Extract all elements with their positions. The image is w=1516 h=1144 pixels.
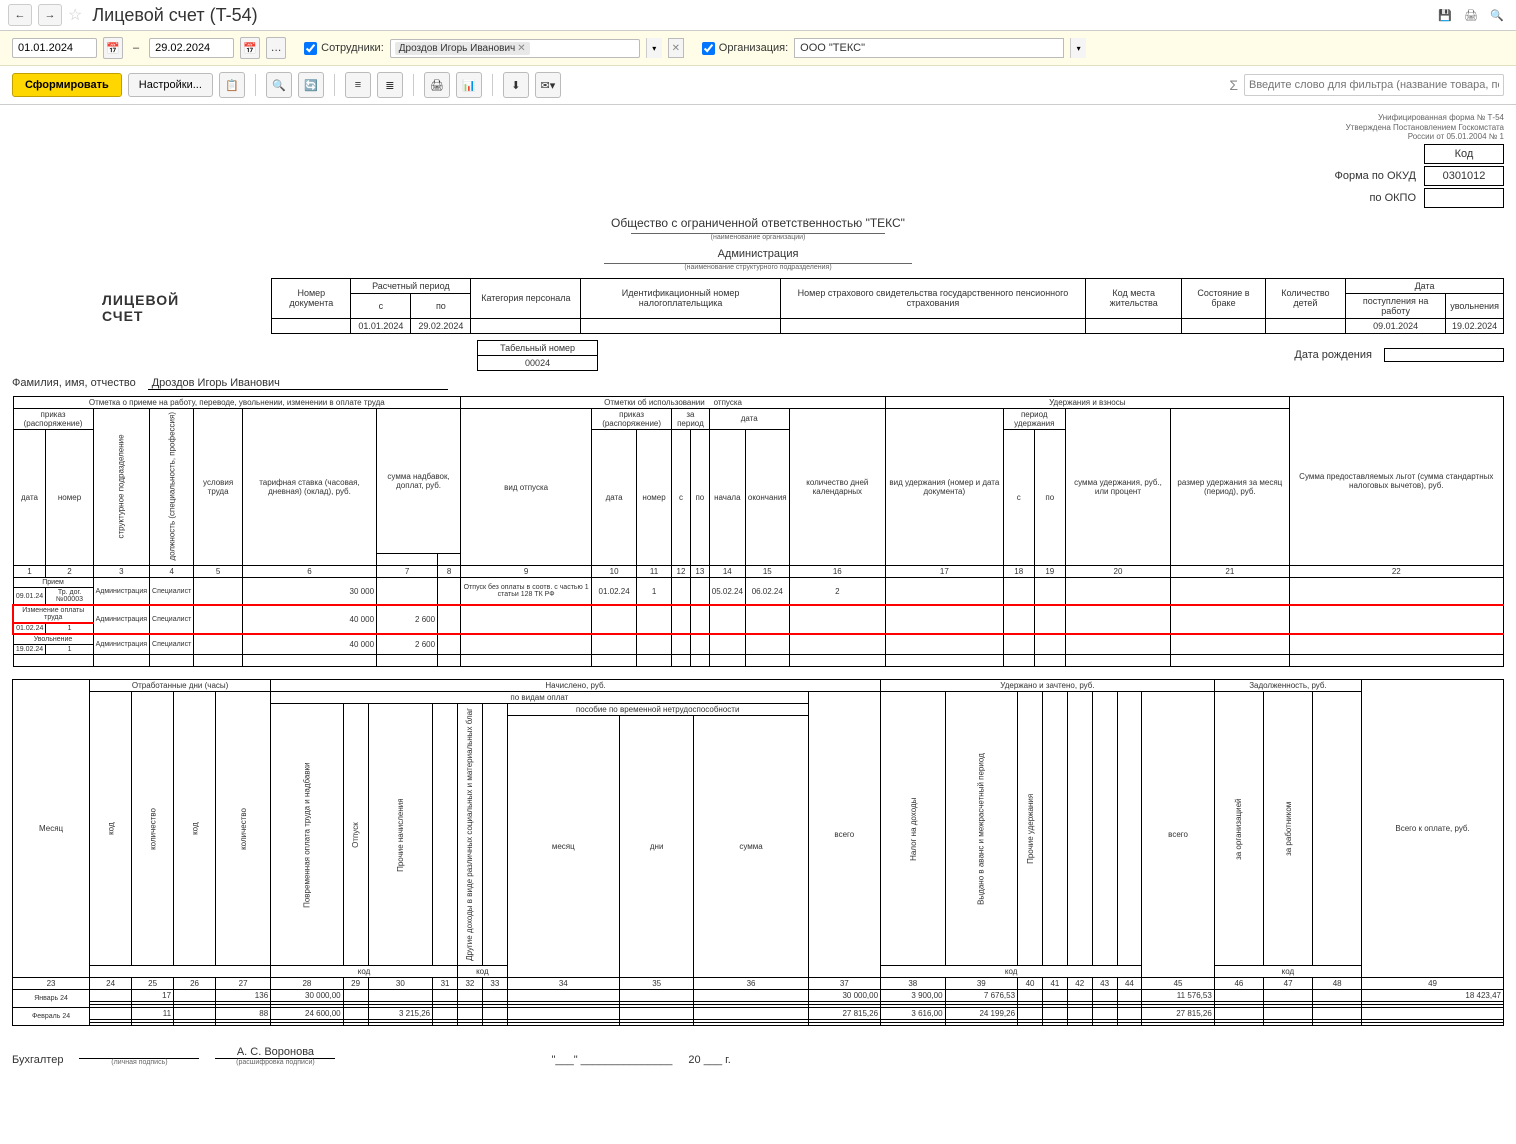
org-dropdown[interactable]: ▾: [1070, 38, 1086, 58]
employees-checkbox[interactable]: [304, 42, 317, 55]
page-title: Лицевой счет (T-54): [92, 5, 257, 26]
expand-button[interactable]: ≡: [345, 72, 371, 98]
download-button[interactable]: ⬇: [503, 72, 529, 98]
remove-employee-icon[interactable]: ✕: [517, 43, 525, 54]
search-icon[interactable]: 🔍: [1486, 4, 1508, 26]
highlighted-row: Изменение оплаты труда Администрация Спе…: [13, 605, 1504, 623]
date-from-input[interactable]: [12, 38, 97, 58]
sigma-icon: Σ: [1229, 77, 1238, 93]
code-label: Код: [1424, 144, 1504, 164]
find-button[interactable]: 🔍: [266, 72, 292, 98]
org-field[interactable]: ООО "ТЕКС": [794, 38, 1064, 58]
variants-button[interactable]: 📋: [219, 72, 245, 98]
excel-button[interactable]: 📊: [456, 72, 482, 98]
mail-button[interactable]: ✉▾: [535, 72, 561, 98]
org-checkbox[interactable]: [702, 42, 715, 55]
document-title: ЛИЦЕВОЙ СЧЕТ: [12, 292, 259, 334]
settings-button[interactable]: Настройки...: [128, 73, 213, 97]
table-row: Январь 24 17136 30 000,00 30 000,00 3 90…: [13, 990, 1504, 1002]
table-row: Февраль 24 1188 24 600,00 3 215,26 27 81…: [13, 1008, 1504, 1020]
date-more-button[interactable]: …: [266, 37, 286, 59]
back-button[interactable]: ←: [8, 4, 32, 26]
calendar-from-button[interactable]: 📅: [103, 37, 123, 59]
employees-field[interactable]: Дроздов Игорь Иванович✕: [390, 39, 640, 58]
employees-clear[interactable]: ✕: [668, 38, 684, 58]
calendar-to-button[interactable]: 📅: [240, 37, 260, 59]
collapse-button[interactable]: ≣: [377, 72, 403, 98]
forward-button[interactable]: →: [38, 4, 62, 26]
date-to-input[interactable]: [149, 38, 234, 58]
refresh-button[interactable]: 🔄: [298, 72, 324, 98]
save-icon[interactable]: 💾: [1434, 4, 1456, 26]
favorite-icon[interactable]: ☆: [68, 5, 82, 25]
print-button[interactable]: 🖨: [424, 72, 450, 98]
form-button[interactable]: Сформировать: [12, 73, 122, 97]
print-icon[interactable]: 🖨: [1460, 4, 1482, 26]
employees-dropdown[interactable]: ▾: [646, 38, 662, 58]
filter-input[interactable]: [1244, 74, 1504, 96]
org-name: Общество с ограниченной ответственностью…: [12, 216, 1504, 230]
